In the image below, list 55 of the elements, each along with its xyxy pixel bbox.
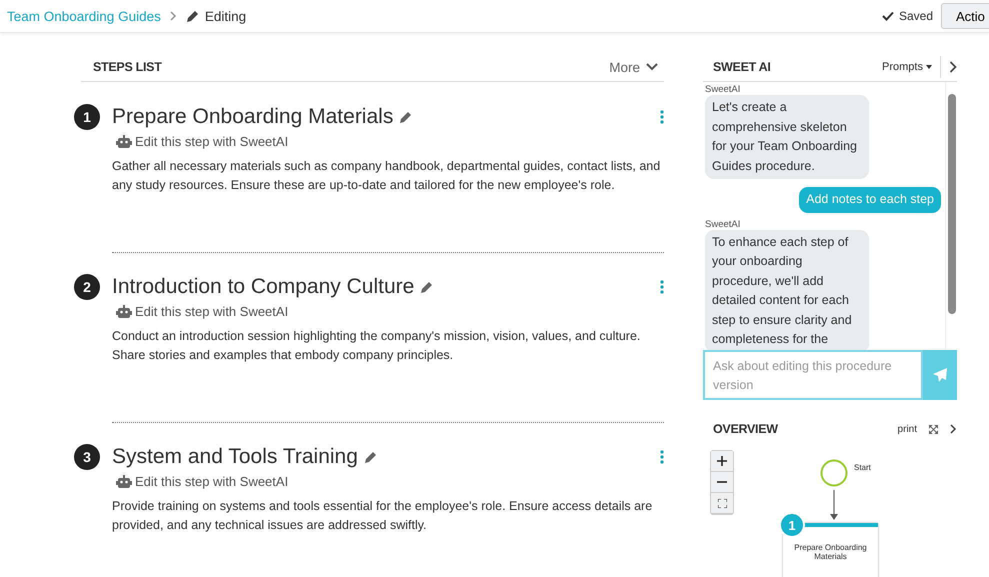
print-link[interactable]: print <box>898 424 917 434</box>
step-number: 3 <box>74 444 100 470</box>
step-title[interactable]: System and Tools Training <box>112 445 358 469</box>
start-label: Start <box>854 463 871 472</box>
pencil-icon[interactable] <box>420 280 434 294</box>
more-options-icon[interactable] <box>660 450 664 464</box>
saved-status: Saved <box>898 9 933 23</box>
pencil-icon <box>186 9 200 23</box>
step-title[interactable]: Introduction to Company Culture <box>112 275 414 299</box>
step-description: Provide training on systems and tools essential for the employee's role. Ensure access details are provided, and any technical issues are addressed swiftly. <box>112 498 654 534</box>
robot-icon <box>116 135 132 148</box>
robot-icon <box>116 475 132 488</box>
more-button[interactable]: More <box>603 60 664 74</box>
step-number: 2 <box>74 274 100 300</box>
edit-with-ai-link[interactable]: Edit this step with SweetAI <box>135 134 288 149</box>
step-title[interactable]: Prepare Onboarding Materials <box>112 105 394 129</box>
robot-icon <box>116 305 132 318</box>
minus-icon <box>717 481 727 483</box>
step-number: 1 <box>779 512 805 538</box>
start-node <box>820 459 848 487</box>
edit-with-ai-link[interactable]: Edit this step with SweetAI <box>135 304 288 319</box>
node-title: Prepare Onboarding Materials <box>794 543 867 561</box>
actions-button[interactable]: Actio <box>941 3 989 29</box>
edit-with-ai-link[interactable]: Edit this step with SweetAI <box>135 474 288 489</box>
ai-message: To enhance each step of your onboarding procedure, we'll add detailed content for each step to ensure clarity and completeness for the <box>705 230 869 350</box>
connector-arrow <box>830 490 838 520</box>
page-status: Editing <box>204 8 246 24</box>
sender-label: SweetAI <box>705 218 742 230</box>
user-message: Add notes to each step <box>799 187 941 212</box>
pencil-icon[interactable] <box>364 450 378 464</box>
chat-input[interactable]: Ask about editing this procedure version <box>703 350 923 400</box>
step-number: 1 <box>74 104 100 130</box>
fit-view-icon <box>718 498 726 508</box>
send-icon <box>932 367 948 383</box>
pencil-icon[interactable] <box>399 110 414 124</box>
panel-title: OVERVIEW <box>713 422 778 436</box>
expand-icon[interactable] <box>929 424 938 434</box>
sender-label: SweetAI <box>705 84 742 95</box>
zoom-in-button[interactable] <box>711 451 733 472</box>
step-description: Gather all necessary materials such as company handbook, departmental guides, contact lists, and any study resources. Ensure these are up-to-date and tailored for the new employee's role. <box>112 158 662 194</box>
scrollbar[interactable] <box>945 82 957 350</box>
panel-title: SWEET AI <box>713 60 772 74</box>
section-title: STEPS LIST <box>93 60 162 74</box>
ai-message: Let's create a comprehensive skeleton for your Team Onboarding Guides procedure. <box>705 95 869 179</box>
step-description: Conduct an introduction session highlighting the company's mission, vision, values, and culture. Share stories and examples that embody company principles. <box>112 328 642 364</box>
chevron-right-icon[interactable] <box>950 424 957 434</box>
chevron-right-icon[interactable] <box>949 61 957 73</box>
caret-down-icon <box>926 65 932 69</box>
prompts-dropdown[interactable]: Prompts <box>882 56 941 78</box>
chevron-right-icon <box>170 11 177 21</box>
checkmark-icon <box>882 11 894 21</box>
more-options-icon[interactable] <box>660 110 664 124</box>
chevron-down-icon <box>646 63 658 71</box>
plus-icon <box>717 456 727 466</box>
more-options-icon[interactable] <box>660 280 664 294</box>
